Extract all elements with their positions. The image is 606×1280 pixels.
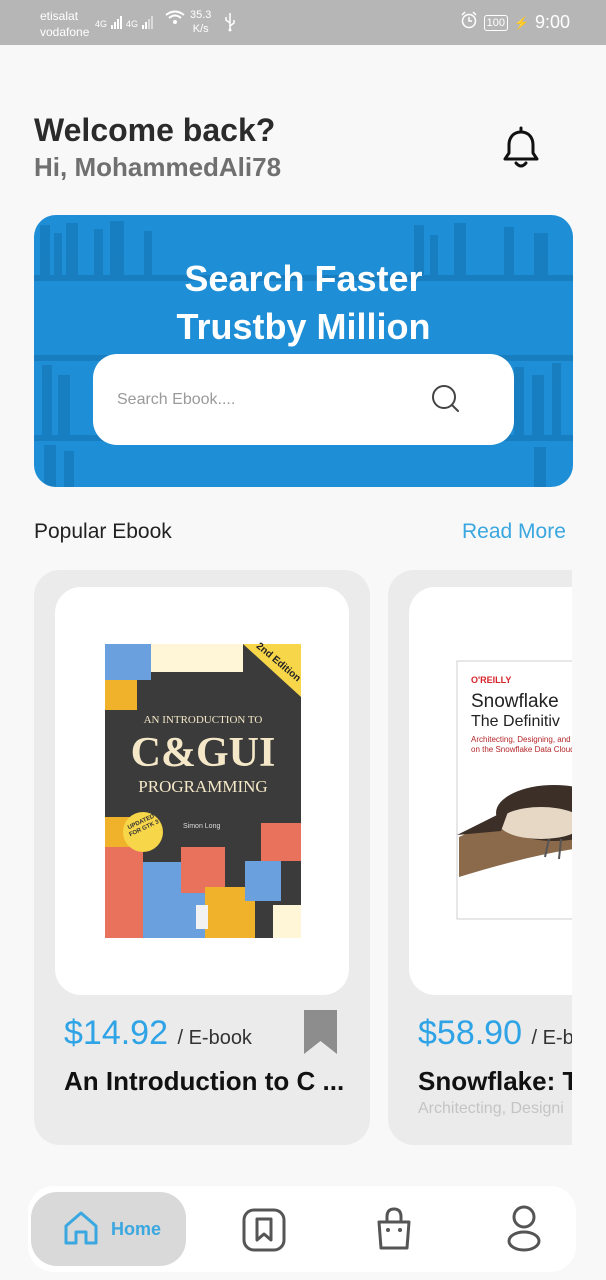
profile-icon[interactable] xyxy=(506,1204,542,1252)
book-title: An Introduction to C ... xyxy=(64,1066,345,1096)
cover-line-3: Architecting, Designing, and D xyxy=(471,735,572,744)
signal-icon xyxy=(111,15,123,29)
signal-icon xyxy=(142,15,154,29)
battery-icon: 100 xyxy=(483,14,508,31)
book-card[interactable]: 2nd Edition AN INTRODUCTION TO C&GUI PRO… xyxy=(34,570,370,1145)
network-type-1: 4G xyxy=(95,19,108,29)
shopping-bag-icon[interactable] xyxy=(375,1206,413,1252)
price-value: $58.90 xyxy=(418,1014,522,1052)
book-subtitle: Architecting, Designi xyxy=(418,1100,564,1117)
bookmark-nav-icon[interactable] xyxy=(242,1208,286,1252)
ebook-carousel[interactable]: 2nd Edition AN INTRODUCTION TO C&GUI PRO… xyxy=(34,570,572,1146)
price-unit: / E-bo xyxy=(531,1027,572,1049)
cover-line-2: The Definitiv xyxy=(471,713,560,730)
carrier-1: etisalat xyxy=(40,9,79,23)
search-banner: Search Faster Trustby Million Search Ebo… xyxy=(34,215,573,487)
search-icon[interactable] xyxy=(431,384,461,414)
book-cover[interactable]: 2nd Edition AN INTRODUCTION TO C&GUI PRO… xyxy=(55,587,349,995)
usb-icon xyxy=(224,12,236,37)
signal-indicators: 4G 4G xyxy=(95,10,185,29)
cover-line-2: C&GUI xyxy=(130,730,276,776)
book-price: $58.90 / E-bo xyxy=(418,1014,572,1053)
bookmark-icon[interactable] xyxy=(302,1008,339,1056)
cover-publisher: O'REILLY xyxy=(471,675,512,685)
section-title: Popular Ebook xyxy=(34,520,172,543)
carrier-2: vodafone xyxy=(40,25,90,39)
speed-unit: K/s xyxy=(192,23,209,35)
status-right: 100 ⚡ 9:00 xyxy=(460,11,570,34)
speed-value: 35.3 xyxy=(190,9,212,21)
status-bar: etisalat vodafone 4G 4G 35.3 K/s 100 ⚡ 9… xyxy=(0,0,606,45)
network-type-2: 4G xyxy=(126,19,139,29)
book-cover[interactable]: O'REILLY Snowflake The Definitiv Archite… xyxy=(409,587,572,995)
banner-title-line-2: Trustby Million xyxy=(176,306,431,347)
book-price: $14.92 / E-book xyxy=(64,1014,252,1053)
wifi-icon xyxy=(165,10,185,29)
cover-line-1: Snowflake xyxy=(471,691,559,712)
charging-icon: ⚡ xyxy=(514,15,529,30)
bottom-navigation: Home xyxy=(28,1186,576,1272)
home-icon xyxy=(64,1211,98,1245)
cover-line-4: on the Snowflake Data Cloud xyxy=(471,745,572,754)
banner-title: Search Faster Trustby Million xyxy=(34,255,573,351)
cover-line-3: PROGRAMMING xyxy=(138,777,268,796)
price-unit: / E-book xyxy=(177,1027,252,1049)
price-value: $14.92 xyxy=(64,1014,168,1052)
cover-line-1: AN INTRODUCTION TO xyxy=(143,714,263,726)
nav-home-label: Home xyxy=(111,1219,162,1239)
user-greeting: Hi, MohammedAli78 xyxy=(34,152,282,182)
search-input[interactable]: Search Ebook.... xyxy=(93,354,514,445)
book-title: Snowflake: T xyxy=(418,1066,572,1096)
network-speed: 35.3 K/s xyxy=(190,8,211,36)
banner-title-line-1: Search Faster xyxy=(184,258,423,299)
welcome-heading: Welcome back? xyxy=(34,112,276,148)
cover-author: Simon Long xyxy=(183,823,221,830)
book-card[interactable]: O'REILLY Snowflake The Definitiv Archite… xyxy=(388,570,572,1145)
carrier-names: etisalat vodafone xyxy=(40,8,89,40)
search-placeholder: Search Ebook.... xyxy=(117,391,236,408)
cover-illustration xyxy=(456,660,572,920)
notification-bell-icon[interactable] xyxy=(500,126,542,170)
read-more-link[interactable]: Read More xyxy=(462,520,566,544)
nav-home[interactable]: Home xyxy=(31,1192,186,1266)
clock: 9:00 xyxy=(534,12,570,32)
alarm-icon xyxy=(460,11,478,34)
